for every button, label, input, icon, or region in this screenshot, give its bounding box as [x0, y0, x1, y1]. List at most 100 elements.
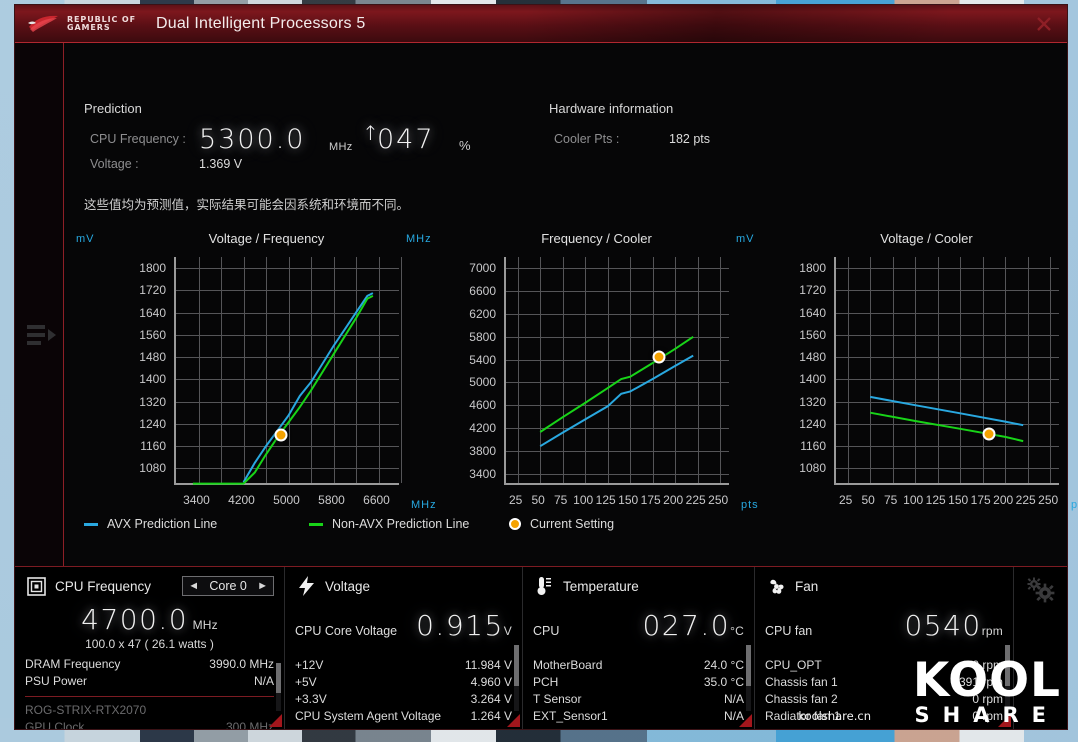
y-axis-unit: mV — [736, 233, 755, 245]
thermometer-icon — [533, 575, 555, 597]
series-line — [870, 411, 1024, 443]
core-selector[interactable]: ◄ Core 0 ► — [182, 576, 274, 596]
y-axis-tick-label: 1640 — [799, 305, 826, 320]
row-key: MotherBoard — [533, 658, 603, 672]
rog-logo: REPUBLIC OF GAMERS — [27, 14, 136, 34]
menu-icon — [27, 325, 45, 345]
close-icon — [1037, 16, 1051, 31]
predicted-cpu-frequency-unit: MHz — [329, 141, 353, 153]
y-axis-unit: mV — [76, 233, 95, 245]
y-axis-tick-label: 1240 — [139, 416, 166, 431]
rog-line-2: GAMERS — [67, 22, 111, 32]
plot-area — [174, 257, 402, 485]
row-key: Chassis fan 1 — [765, 675, 838, 689]
gear-icon — [1024, 575, 1056, 610]
fan-panel-scrollbar[interactable] — [1005, 645, 1010, 711]
fan-panel-header: Fan — [765, 575, 1003, 597]
series-layer — [870, 395, 1024, 443]
plot-area — [504, 257, 729, 485]
row-value: 35.0 °C — [703, 675, 744, 689]
row-key: CPU System Agent Voltage — [295, 709, 442, 723]
panel-fan: Fan CPU fan 0540 rpm CPU_OPT 0 rpm Chass… — [755, 567, 1014, 729]
x-axis-tick-label: 150 — [618, 493, 639, 507]
cpu-fan-unit: rpm — [981, 624, 1003, 638]
x-axis-tick-label: 200 — [663, 493, 684, 507]
x-axis-tick-label: 25 — [509, 493, 523, 507]
cpu-panel-scrollbar[interactable] — [276, 663, 281, 711]
series-line — [539, 335, 694, 433]
y-axis-tick-label: 1640 — [139, 305, 166, 320]
y-axis-tick-label: 5000 — [469, 375, 496, 390]
list-item: MotherBoard 24.0 °C — [533, 657, 744, 674]
row-value: N/A — [723, 709, 744, 723]
list-item: PCH 35.0 °C — [533, 674, 744, 691]
y-axis-tick-label: 1320 — [799, 394, 826, 409]
cpu-temperature-value: 027.0 — [642, 609, 731, 642]
list-item: T Sensor N/A — [533, 691, 744, 708]
sidebar-expand-handle[interactable] — [27, 325, 56, 345]
voltage-panel-title: Voltage — [325, 578, 371, 594]
gpu-name: ROG-STRIX-RTX2070 — [25, 703, 147, 717]
x-axis-tick-label: 125 — [925, 493, 946, 507]
row-value: N/A — [253, 674, 274, 688]
voltage-panel-header: Voltage — [295, 575, 512, 597]
voltage-label: Voltage : — [90, 157, 139, 171]
legend-item-current: Current Setting — [509, 517, 614, 531]
row-value: 24.0 °C — [703, 658, 744, 672]
main-content: Prediction Hardware information CPU Freq… — [64, 43, 1078, 596]
x-axis-tick-label: 150 — [948, 493, 969, 507]
cpu-temperature-unit: °C — [730, 624, 744, 638]
hardware-monitor-bar: CPU Frequency ◄ Core 0 ► 4700.0 MHz 100.… — [15, 566, 1067, 729]
cpu-chip-icon — [25, 575, 47, 597]
divider — [25, 696, 274, 697]
app-title: Dual Intelligent Processors 5 — [155, 14, 366, 32]
list-item: PSU Power N/A — [25, 673, 274, 690]
row-value: N/A — [723, 692, 744, 706]
fan-panel-title: Fan — [795, 578, 819, 594]
x-axis-tick-label: 125 — [595, 493, 616, 507]
fan-icon — [765, 575, 787, 597]
list-item: +12V 11.984 V — [295, 657, 512, 674]
close-button[interactable] — [1027, 9, 1061, 39]
x-axis-tick-label: 5000 — [273, 493, 300, 507]
lightning-bolt-icon — [295, 575, 317, 597]
row-value: 11.984 V — [464, 658, 512, 672]
panel-temperature: Temperature CPU 027.0 °C MotherBoard 24.… — [523, 567, 755, 729]
y-axis-unit: MHz — [406, 233, 432, 245]
y-axis-tick-label: 5400 — [469, 352, 496, 367]
row-key: +3.3V — [295, 692, 327, 706]
watermark-url: koolshare.cn — [798, 709, 871, 723]
sidebar-rail — [15, 43, 64, 566]
predicted-cpu-frequency-value: 5300.0 — [199, 124, 306, 155]
cpu-temperature-label: CPU — [533, 624, 560, 638]
current-setting-dot-swatch — [509, 518, 521, 530]
window-body: Prediction Hardware information CPU Freq… — [15, 43, 1078, 596]
voltage-panel-scrollbar[interactable] — [514, 645, 519, 711]
cpu-multiplier-line: 100.0 x 47 ( 26.1 watts ) — [85, 637, 214, 651]
list-item: +5V 4.960 V — [295, 674, 512, 691]
cpu-fan-readout: CPU fan 0540 rpm — [765, 609, 1003, 642]
chevron-left-icon[interactable]: ◄ — [188, 580, 199, 592]
y-axis-tick-label: 1800 — [139, 261, 166, 276]
row-value: 3.264 V — [470, 692, 512, 706]
cpu-frequency-readout: 4700.0 MHz — [25, 603, 274, 636]
current-setting-marker — [274, 428, 288, 442]
series-line — [192, 295, 374, 485]
list-item: EXT_Sensor1 N/A — [533, 708, 744, 725]
list-item: Chassis fan 2 0 rpm — [765, 691, 1003, 708]
chevron-right-icon — [48, 328, 56, 341]
prediction-section-title: Prediction — [84, 101, 142, 116]
row-value: 0 rpm — [972, 709, 1003, 723]
row-key: EXT_Sensor1 — [533, 709, 608, 723]
rog-eye-icon — [27, 14, 61, 34]
temperature-panel-scrollbar[interactable] — [746, 645, 751, 711]
row-value: 4.960 V — [470, 675, 512, 689]
x-axis-tick-label: 50 — [861, 493, 875, 507]
row-key: T Sensor — [533, 692, 582, 706]
row-value: 300 MHz — [225, 720, 274, 729]
y-axis-tick-label: 1720 — [139, 283, 166, 298]
chevron-right-icon[interactable]: ► — [257, 580, 268, 592]
y-axis-tick-label: 1480 — [799, 350, 826, 365]
monitor-settings-button[interactable] — [1014, 567, 1066, 729]
list-item: Chassis fan 1 391 rpm — [765, 674, 1003, 691]
